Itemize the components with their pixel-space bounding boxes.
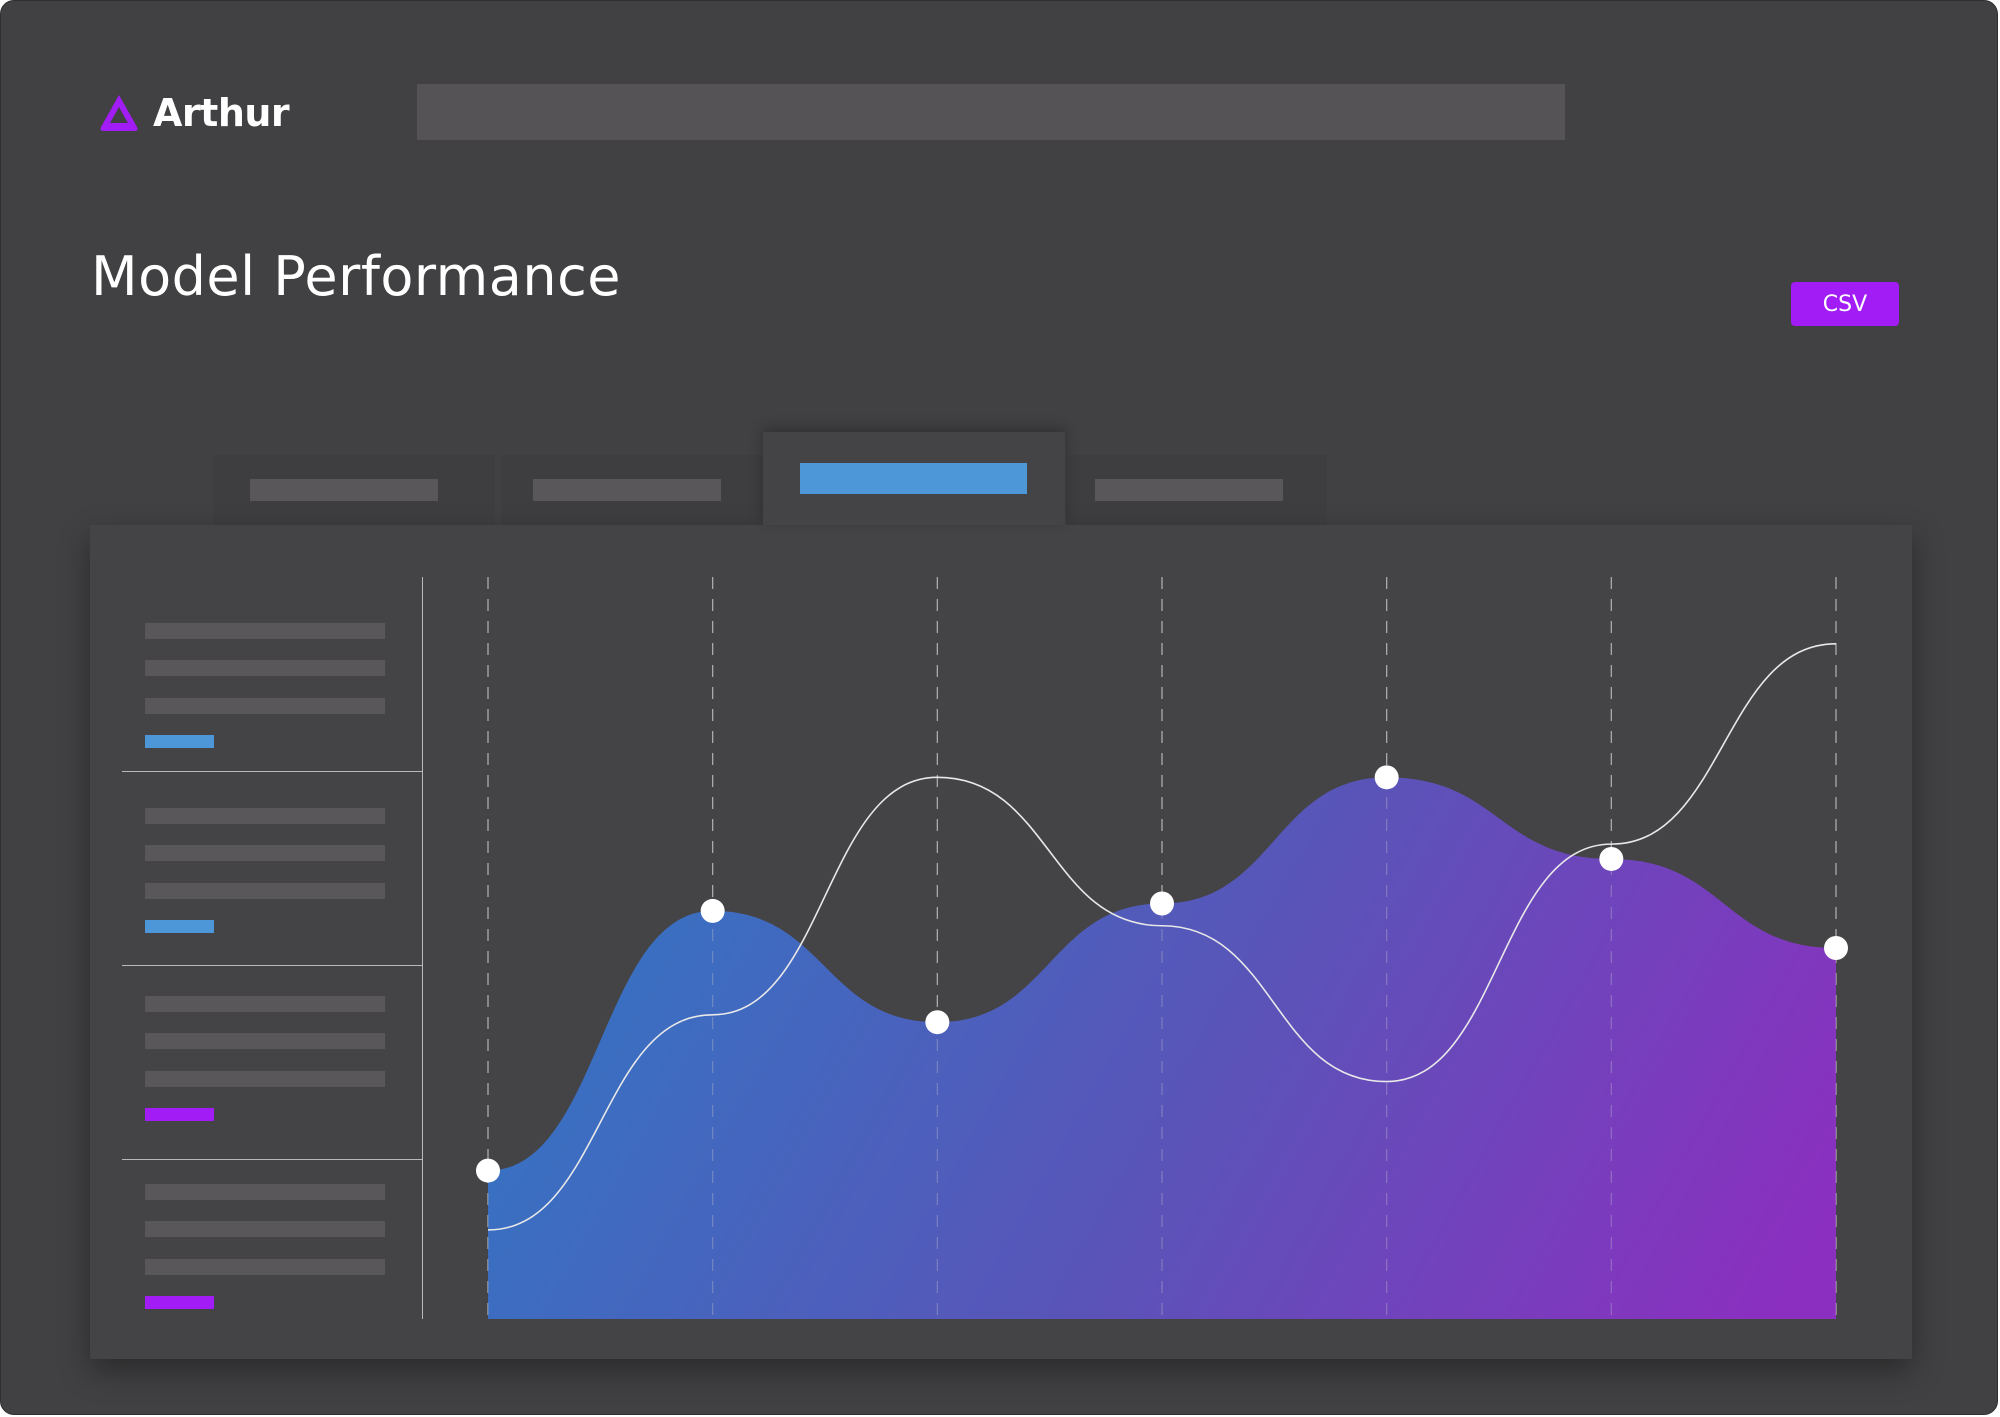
tab-2[interactable] xyxy=(501,455,781,535)
tab-3-active[interactable] xyxy=(763,432,1065,525)
tab-4[interactable] xyxy=(1067,455,1327,535)
data-point[interactable] xyxy=(925,1010,950,1035)
data-point[interactable] xyxy=(1824,936,1848,960)
csv-export-button[interactable]: CSV xyxy=(1791,282,1899,326)
app-window: Arthur Model Performance CSV xyxy=(0,0,1998,1415)
data-point[interactable] xyxy=(1150,891,1174,916)
arthur-logo-icon xyxy=(100,95,138,131)
tab-label-placeholder xyxy=(250,479,438,501)
page-title: Model Performance xyxy=(91,245,621,308)
search-input[interactable] xyxy=(417,84,1565,140)
tab-label-placeholder xyxy=(533,479,721,501)
chart-panel xyxy=(90,525,1912,1359)
tab-1[interactable] xyxy=(213,455,495,535)
tab-label-placeholder xyxy=(1095,479,1283,501)
tab-label-placeholder xyxy=(800,463,1027,494)
brand-name: Arthur xyxy=(153,91,290,135)
performance-chart xyxy=(476,577,1848,1319)
data-point[interactable] xyxy=(476,1158,500,1183)
data-point[interactable] xyxy=(1599,846,1624,871)
data-point[interactable] xyxy=(1374,765,1399,790)
brand-logo[interactable]: Arthur xyxy=(97,89,290,137)
data-point[interactable] xyxy=(700,898,725,923)
